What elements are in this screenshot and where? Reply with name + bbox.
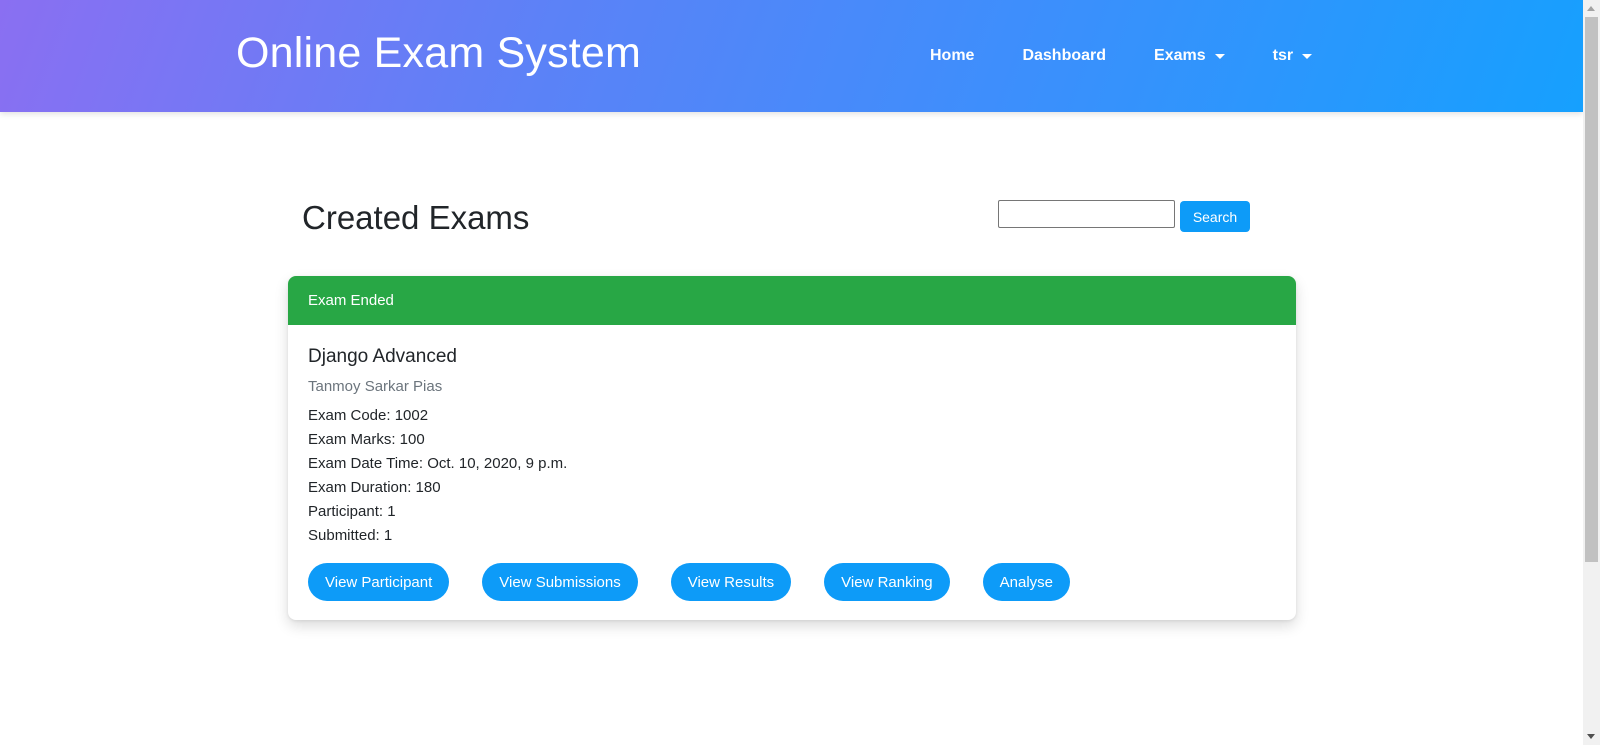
nav-item-label: Exams — [1154, 47, 1206, 64]
nav-item-label: Dashboard — [1022, 47, 1107, 64]
caret-down-icon — [1302, 53, 1313, 59]
analyse-button[interactable]: Analyse — [982, 563, 1070, 602]
exam-participant-count: Participant: 1 — [308, 503, 396, 521]
search-input[interactable] — [998, 200, 1175, 228]
scroll-up-arrow-icon[interactable] — [1587, 6, 1595, 11]
view-results-button[interactable]: View Results — [670, 563, 792, 602]
nav-item-label: Home — [930, 47, 975, 64]
exam-date-time: Exam Date Time: Oct. 10, 2020, 9 p.m. — [308, 455, 568, 473]
page-title: Created Exams — [302, 199, 530, 236]
exam-card-body: Django Advanced Tanmoy Sarkar Pias Exam … — [288, 325, 1296, 602]
exam-marks: Exam Marks: 100 — [308, 431, 425, 449]
exam-card: Exam Ended Django Advanced Tanmoy Sarkar… — [288, 276, 1296, 620]
nav-item-exams-dropdown[interactable]: Exams — [1154, 47, 1225, 65]
nav-item-user-dropdown[interactable]: tsr — [1272, 47, 1313, 65]
exam-status-header: Exam Ended — [288, 276, 1296, 325]
scrollbar-thumb[interactable] — [1585, 17, 1598, 562]
exam-title: Django Advanced — [308, 346, 457, 367]
exam-status-label: Exam Ended — [308, 292, 394, 309]
nav-item-label: tsr — [1272, 47, 1294, 64]
nav-menu: Home Dashboard Exams tsr — [930, 0, 1313, 112]
caret-down-icon — [1214, 53, 1225, 59]
vertical-scrollbar[interactable] — [1583, 0, 1600, 745]
exam-actions: View Participant View Submissions View R… — [308, 563, 1276, 602]
top-navbar: Online Exam System Home Dashboard Exams … — [0, 0, 1583, 112]
exam-details: Exam Code: 1002 Exam Marks: 100 Exam Dat… — [308, 404, 1276, 548]
view-ranking-button[interactable]: View Ranking — [824, 563, 950, 602]
view-submissions-button[interactable]: View Submissions — [482, 563, 638, 602]
exam-duration: Exam Duration: 180 — [308, 479, 441, 497]
exam-code: Exam Code: 1002 — [308, 407, 429, 425]
nav-item-home[interactable]: Home — [930, 47, 974, 65]
exam-author: Tanmoy Sarkar Pias — [308, 377, 443, 395]
exam-submitted-count: Submitted: 1 — [308, 527, 393, 545]
view-participant-button[interactable]: View Participant — [308, 563, 450, 602]
scroll-down-arrow-icon[interactable] — [1587, 734, 1595, 739]
brand-logo-text[interactable]: Online Exam System — [236, 26, 641, 82]
nav-item-dashboard[interactable]: Dashboard — [1022, 47, 1106, 65]
search-button[interactable]: Search — [1180, 201, 1250, 232]
